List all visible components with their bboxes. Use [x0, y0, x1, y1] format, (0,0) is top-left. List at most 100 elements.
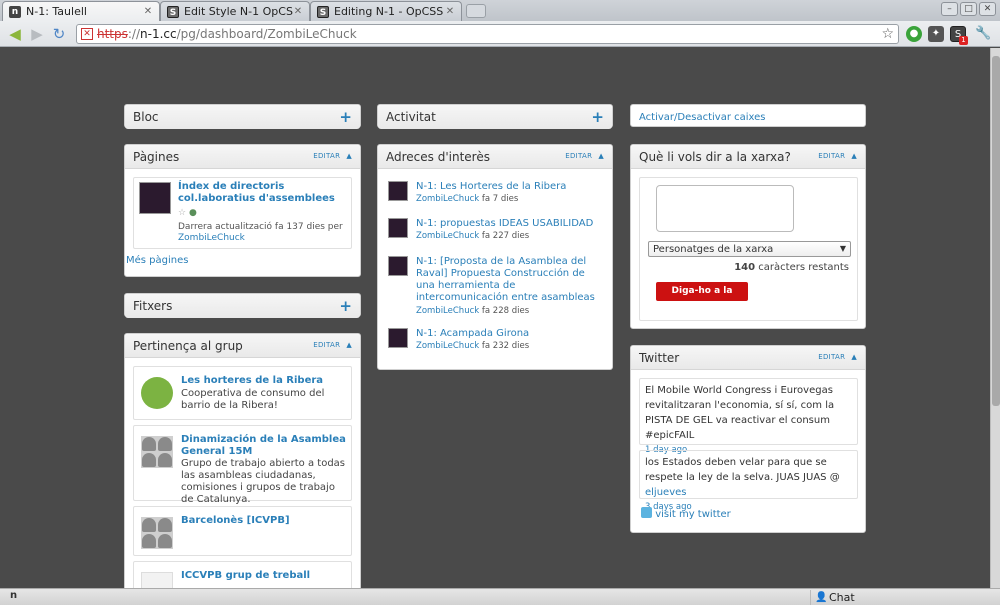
tweet: los Estados deben velar para que se resp…: [639, 450, 858, 512]
edit-widget-button[interactable]: EDITAR ▲: [313, 152, 352, 160]
tab-edit-style[interactable]: S Edit Style N-1 OpCSS v1.0 ✕: [160, 1, 310, 21]
page-item-title[interactable]: Índex de directoris col.laboratius d'ass…: [178, 181, 348, 205]
new-tab-button[interactable]: [466, 4, 486, 18]
toggle-boxes-link[interactable]: Activar/Desactivar caixes: [639, 112, 766, 123]
visit-twitter-row: visit my twitter: [641, 507, 731, 520]
close-tab-icon[interactable]: ✕: [445, 6, 455, 17]
widget-title: Què li vols dir a la xarxa?: [639, 149, 791, 164]
bookmark-item: N-1: Acampada Girona ZombiLeChuck fa 232…: [388, 328, 608, 354]
group-name[interactable]: Les horteres de la Ribera: [181, 375, 346, 387]
widget-fitxers: Fitxers +: [124, 293, 361, 318]
n1-logo-icon[interactable]: n: [10, 590, 17, 601]
widget-activitat: Activitat +: [377, 104, 613, 129]
page-thumbnail: [139, 182, 171, 214]
edit-widget-button[interactable]: EDITAR ▲: [565, 152, 604, 160]
page-item-meta: Darrera actualització fa 137 dies per Zo…: [178, 222, 343, 243]
edit-widget-button[interactable]: EDITAR ▲: [818, 152, 857, 160]
back-arrow-icon[interactable]: ◀: [6, 25, 24, 43]
collapse-caret-icon[interactable]: ▲: [851, 353, 857, 361]
author-link[interactable]: ZombiLeChuck: [416, 341, 479, 351]
edit-widget-button[interactable]: EDITAR ▲: [313, 341, 352, 349]
bookmark-title[interactable]: N-1: Les Horteres de la Ribera: [416, 181, 606, 193]
widget-header: Pàgines EDITAR ▲: [125, 145, 360, 169]
group-name[interactable]: Dinamización de la Asamblea General 15M: [181, 434, 346, 458]
close-tab-icon[interactable]: ✕: [143, 6, 153, 17]
dashboard-page: Bloc + Pàgines EDITAR ▲ Índex de director…: [0, 48, 1000, 588]
bookmark-meta: ZombiLeChuck fa 227 dies: [416, 231, 530, 241]
visit-twitter-link[interactable]: visit my twitter: [655, 509, 731, 520]
message-textarea[interactable]: [656, 185, 794, 232]
tab-editing[interactable]: S Editing N-1 - OpCSS v1.0 ✕: [310, 1, 462, 21]
green-extension-icon[interactable]: ●: [906, 26, 922, 42]
bookmark-title[interactable]: N-1: propuestas IDEAS USABILIDAD: [416, 218, 606, 230]
wrench-icon[interactable]: 🔧: [975, 26, 991, 42]
chat-people-icon: 👤: [815, 592, 828, 603]
extension-badge: 1: [959, 36, 968, 45]
group-card: ICCVPB grup de treball: [133, 561, 352, 588]
submit-post-button[interactable]: Diga-ho a la xarxa: [656, 282, 748, 315]
author-link[interactable]: ZombiLeChuck: [178, 233, 245, 243]
group-card: Les horteres de la Ribera Cooperativa de…: [133, 366, 352, 420]
widget-title: Pàgines: [133, 149, 180, 164]
tweet-text: los Estados deben velar para que se resp…: [645, 457, 840, 498]
collapse-caret-icon[interactable]: ▲: [346, 341, 352, 349]
n1-logo-icon: n: [9, 5, 21, 18]
edit-widget-button[interactable]: EDITAR ▲: [818, 353, 857, 361]
tab-n1-taulell[interactable]: n N-1: Taulell ✕: [2, 1, 160, 21]
group-logo: [141, 377, 173, 409]
collapse-caret-icon[interactable]: ▲: [851, 152, 857, 160]
collapse-caret-icon[interactable]: ▲: [346, 152, 352, 160]
close-window-button[interactable]: ✕: [979, 2, 996, 16]
scrollbar-thumb[interactable]: [992, 56, 1000, 406]
group-name[interactable]: ICCVPB grup de treball: [181, 570, 346, 582]
close-tab-icon[interactable]: ✕: [293, 6, 303, 17]
widget-bloc: Bloc +: [124, 104, 361, 129]
widget-header: Què li vols dir a la xarxa? EDITAR ▲: [631, 145, 865, 169]
chars-remaining: 140 caràcters restants: [734, 262, 849, 273]
reload-icon[interactable]: ↻: [50, 25, 68, 43]
author-link[interactable]: ZombiLeChuck: [416, 231, 479, 241]
bookmark-title[interactable]: N-1: [Proposta de la Asamblea del Raval]…: [416, 256, 606, 304]
author-link[interactable]: ZombiLeChuck: [416, 306, 479, 316]
tweet-text: El Mobile World Congress i Eurovegas rev…: [645, 385, 835, 441]
widget-header: Adreces d'interès EDITAR ▲: [378, 145, 612, 169]
page-scrollbar[interactable]: [990, 48, 1000, 588]
avatar: [388, 181, 408, 201]
collapse-caret-icon[interactable]: ▲: [598, 152, 604, 160]
widget-title: Bloc: [133, 110, 159, 124]
widget-title: Adreces d'interès: [386, 149, 490, 164]
group-card: Dinamización de la Asamblea General 15M …: [133, 425, 352, 505]
widget-header: Fitxers +: [125, 294, 360, 318]
add-icon[interactable]: +: [339, 108, 352, 126]
widget-title: Activitat: [386, 110, 436, 124]
star-icon: ☆: [178, 208, 187, 218]
add-icon[interactable]: +: [339, 297, 352, 315]
audience-select[interactable]: Personatges de la xarxa ▼: [648, 241, 851, 257]
puzzle-extension-icon[interactable]: ✦: [928, 26, 944, 42]
group-logo: [141, 572, 173, 588]
widget-header: Twitter EDITAR ▲: [631, 346, 865, 370]
window-controls: – □ ✕: [941, 2, 996, 16]
mention-link[interactable]: eljueves: [645, 487, 686, 498]
minimize-button[interactable]: –: [941, 2, 958, 16]
twitter-bird-icon: [641, 507, 652, 518]
bookmark-title[interactable]: N-1: Acampada Girona: [416, 328, 606, 340]
widget-header: Pertinença al grup EDITAR ▲: [125, 334, 360, 358]
widget-pertinenca: Pertinença al grup EDITAR ▲ Les horteres …: [124, 333, 361, 588]
widget-title: Pertinença al grup: [133, 338, 243, 353]
more-pages-link[interactable]: Més pàgines: [126, 255, 188, 266]
author-link[interactable]: ZombiLeChuck: [416, 194, 479, 204]
forward-arrow-icon[interactable]: ▶: [28, 25, 46, 43]
avatar: [388, 256, 408, 276]
maximize-button[interactable]: □: [960, 2, 977, 16]
chat-button[interactable]: 👤 Chat: [810, 590, 990, 605]
dropdown-arrow-icon: ▼: [839, 244, 846, 253]
bookmark-star-icon[interactable]: ☆: [881, 26, 894, 42]
group-name[interactable]: Barcelonès [ICVPB]: [181, 515, 346, 527]
add-icon[interactable]: +: [591, 108, 604, 126]
widget-toggle-boxes: Activar/Desactivar caixes: [630, 104, 866, 127]
status-bar: n 👤 Chat: [0, 588, 1000, 605]
bookmark-meta: ZombiLeChuck fa 232 dies: [416, 341, 530, 351]
address-bar[interactable]: ✕ https://n-1.cc/pg/dashboard/ZombiLeChu…: [76, 24, 899, 44]
group-card: Barcelonès [ICVPB]: [133, 506, 352, 556]
